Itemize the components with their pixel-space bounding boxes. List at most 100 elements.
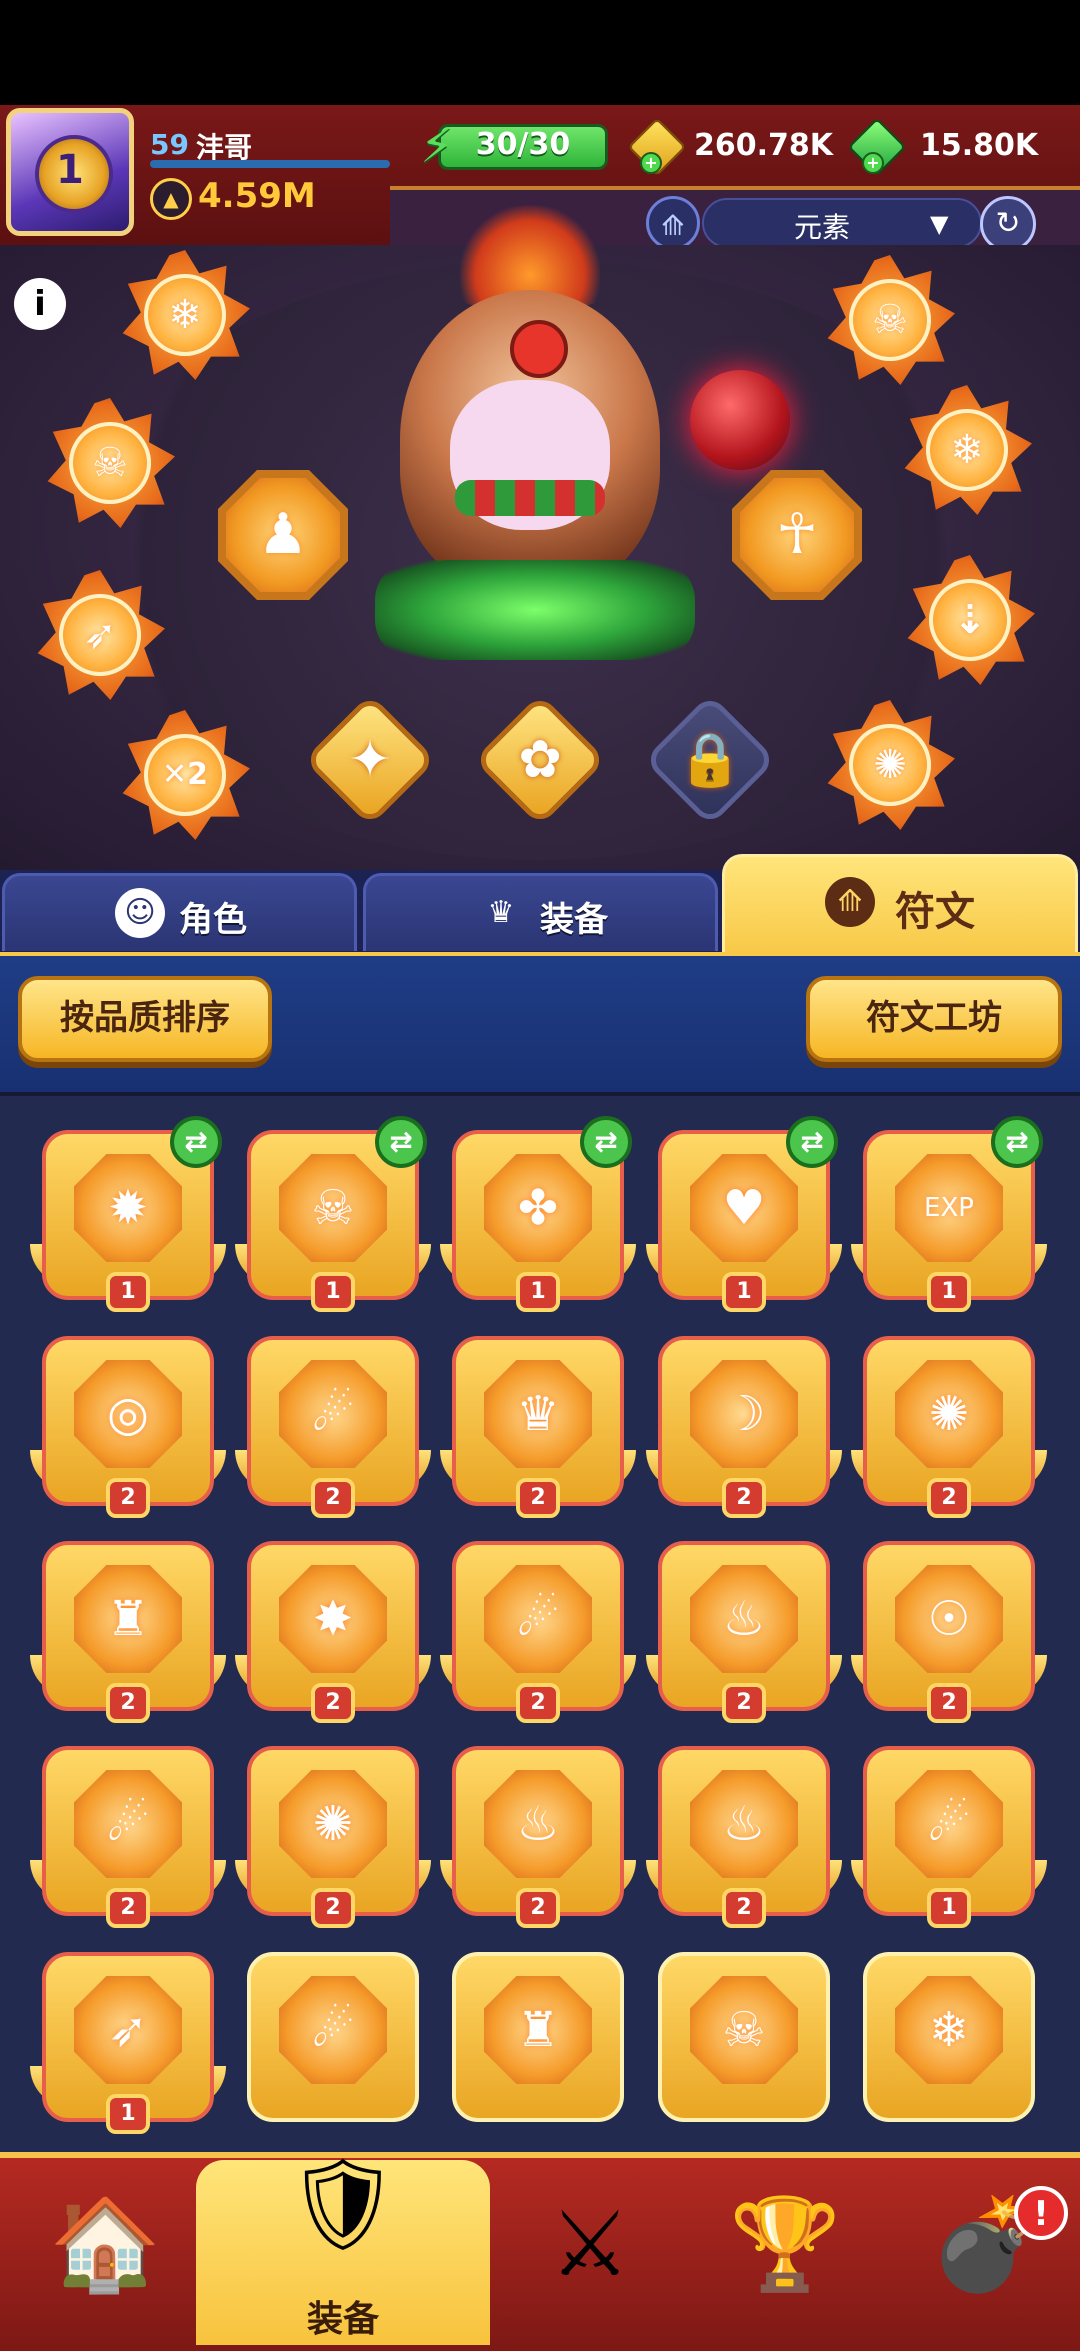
locked-rune-slot[interactable]: 🔒: [643, 693, 777, 827]
rune-card[interactable]: ☄ 2: [30, 1742, 226, 1928]
gem-value: 15.80K: [920, 128, 1039, 163]
equipped-main-rune[interactable]: ✦: [303, 693, 437, 827]
player-avatar[interactable]: 1: [6, 108, 134, 236]
rune-level-badge: 2: [927, 1683, 971, 1723]
lightning-icon: ⚡: [420, 118, 454, 174]
rune-glyph-icon: ♨: [722, 1591, 766, 1647]
rune-card[interactable]: ♜ 2: [30, 1537, 226, 1723]
rune-card[interactable]: ♨ 2: [646, 1537, 842, 1723]
rune-card[interactable]: ✺ 2: [235, 1742, 431, 1928]
rune-level-badge: 1: [106, 1272, 150, 1312]
equipped-rune-slot[interactable]: ➶: [35, 570, 165, 700]
rune-glyph-icon: ♜: [106, 1591, 150, 1647]
rune-card[interactable]: ♨ 2: [646, 1742, 842, 1928]
tab-runes[interactable]: ⟰ 符文: [722, 854, 1078, 952]
rune-card[interactable]: ☉ 2: [851, 1537, 1047, 1723]
equipped-rune-slot[interactable]: ☠: [45, 398, 175, 528]
rune-card[interactable]: ♥ 1 ⇄: [646, 1116, 842, 1312]
sync-icon[interactable]: ⇄: [375, 1116, 427, 1168]
add-gem-icon[interactable]: +: [862, 152, 884, 174]
character-icon: ☺: [115, 888, 165, 938]
xp-bar: [150, 160, 390, 168]
rune-card[interactable]: ☽ 2: [646, 1332, 842, 1518]
rune-level-badge: 2: [722, 1478, 766, 1518]
rune-glyph-icon: ☠: [311, 1180, 355, 1236]
rune-glyph-icon: ♜: [516, 2002, 560, 2058]
rune-level-badge: 1: [722, 1272, 766, 1312]
rune-glyph-icon: EXP: [924, 1193, 974, 1223]
character-scarf: [455, 480, 605, 516]
rune-card[interactable]: ➶ 1: [30, 1948, 226, 2134]
rune-glyph-icon: ☄: [311, 2002, 355, 2058]
equipped-core-rune[interactable]: ♟: [218, 470, 348, 600]
rune-level-badge: 1: [106, 2094, 150, 2134]
rune-level-badge: 2: [106, 1478, 150, 1518]
rune-card[interactable]: ✤ 1 ⇄: [440, 1116, 636, 1312]
sword-shield-icon[interactable]: ⚔: [515, 2180, 665, 2310]
rune-level-badge: 2: [516, 1683, 560, 1723]
gold-value: 260.78K: [694, 128, 834, 163]
armor-nav-icon: 🛡: [285, 2152, 401, 2257]
rune-card[interactable]: ✹ 1 ⇄: [30, 1116, 226, 1312]
rune-card[interactable]: ♛ 2: [440, 1332, 636, 1518]
rune-level-badge: 2: [106, 1888, 150, 1928]
rune-card[interactable]: EXP 1 ⇄: [851, 1116, 1047, 1312]
lock-icon: 🔒: [677, 730, 743, 790]
equipped-rune-slot[interactable]: ❄: [902, 385, 1032, 515]
rune-card[interactable]: ☄: [243, 1948, 423, 2130]
rune-glyph-icon: ☄: [311, 1386, 355, 1442]
nav-equipment-label: 装备: [306, 2299, 379, 2340]
rune-glyph-icon: ✤: [517, 1180, 559, 1236]
add-gold-icon[interactable]: +: [640, 152, 662, 174]
rune-level-badge: 2: [516, 1888, 560, 1928]
rune-type-icon: ⟰: [646, 196, 700, 250]
sync-icon[interactable]: ⇄: [580, 1116, 632, 1168]
tab-equipment[interactable]: ♛ 装备: [363, 873, 718, 951]
player-level: 59: [150, 128, 189, 161]
rune-workshop-button[interactable]: 符文工坊: [806, 976, 1062, 1062]
info-icon[interactable]: i: [14, 278, 66, 330]
refresh-icon[interactable]: ↻: [980, 196, 1036, 252]
shop-icon[interactable]: 🏠: [30, 2180, 180, 2310]
rune-level-badge: 2: [311, 1888, 355, 1928]
rune-card[interactable]: ☄ 1: [851, 1742, 1047, 1928]
equipped-rune-slot[interactable]: ☠: [825, 255, 955, 385]
equipped-rune-slot[interactable]: ✕2: [120, 710, 250, 840]
rune-card[interactable]: ☠: [654, 1948, 834, 2130]
sync-icon[interactable]: ⇄: [991, 1116, 1043, 1168]
rune-glyph-icon: ☽: [722, 1386, 766, 1442]
rune-card[interactable]: ✸ 2: [235, 1537, 431, 1723]
equipped-core-rune[interactable]: ☥: [732, 470, 862, 600]
rune-card[interactable]: ♜: [448, 1948, 628, 2130]
sort-by-quality-button[interactable]: 按品质排序: [18, 976, 272, 1062]
rune-glyph-icon: ♥: [722, 1180, 766, 1236]
trophy-icon[interactable]: 🏆: [710, 2180, 860, 2310]
equipped-rune-slot[interactable]: ❄: [120, 250, 250, 380]
tab-character[interactable]: ☺ 角色: [2, 873, 357, 951]
rune-glyph-icon: ☄: [516, 1591, 560, 1647]
rune-card[interactable]: ◎ 2: [30, 1332, 226, 1518]
sync-icon[interactable]: ⇄: [170, 1116, 222, 1168]
power-value: 4.59M: [198, 176, 316, 216]
equipped-rune-slot[interactable]: ⇣: [905, 555, 1035, 685]
rune-icon: ⟰: [825, 877, 875, 927]
notification-badge: !: [1014, 2186, 1068, 2240]
rune-card[interactable]: ☠ 1 ⇄: [235, 1116, 431, 1312]
sync-icon[interactable]: ⇄: [786, 1116, 838, 1168]
rune-card[interactable]: ☄ 2: [440, 1537, 636, 1723]
rune-level-badge: 2: [722, 1683, 766, 1723]
rune-level-badge: 2: [106, 1683, 150, 1723]
rune-card[interactable]: ☄ 2: [235, 1332, 431, 1518]
rune-glyph-icon: ♨: [722, 1796, 766, 1852]
rune-card[interactable]: ♨ 2: [440, 1742, 636, 1928]
rune-level-badge: 1: [516, 1272, 560, 1312]
rune-glyph-icon: ✸: [312, 1591, 354, 1647]
rune-card[interactable]: ❄: [859, 1948, 1039, 2130]
rune-glyph-icon: ♛: [516, 1386, 560, 1442]
energy-value: 30/30: [475, 127, 571, 162]
rune-card[interactable]: ✺ 2: [851, 1332, 1047, 1518]
rune-level-badge: 2: [516, 1478, 560, 1518]
equipped-rune-slot[interactable]: ✺: [825, 700, 955, 830]
equipped-main-rune[interactable]: ✿: [473, 693, 607, 827]
rune-glyph-icon: ❄: [928, 2002, 970, 2058]
